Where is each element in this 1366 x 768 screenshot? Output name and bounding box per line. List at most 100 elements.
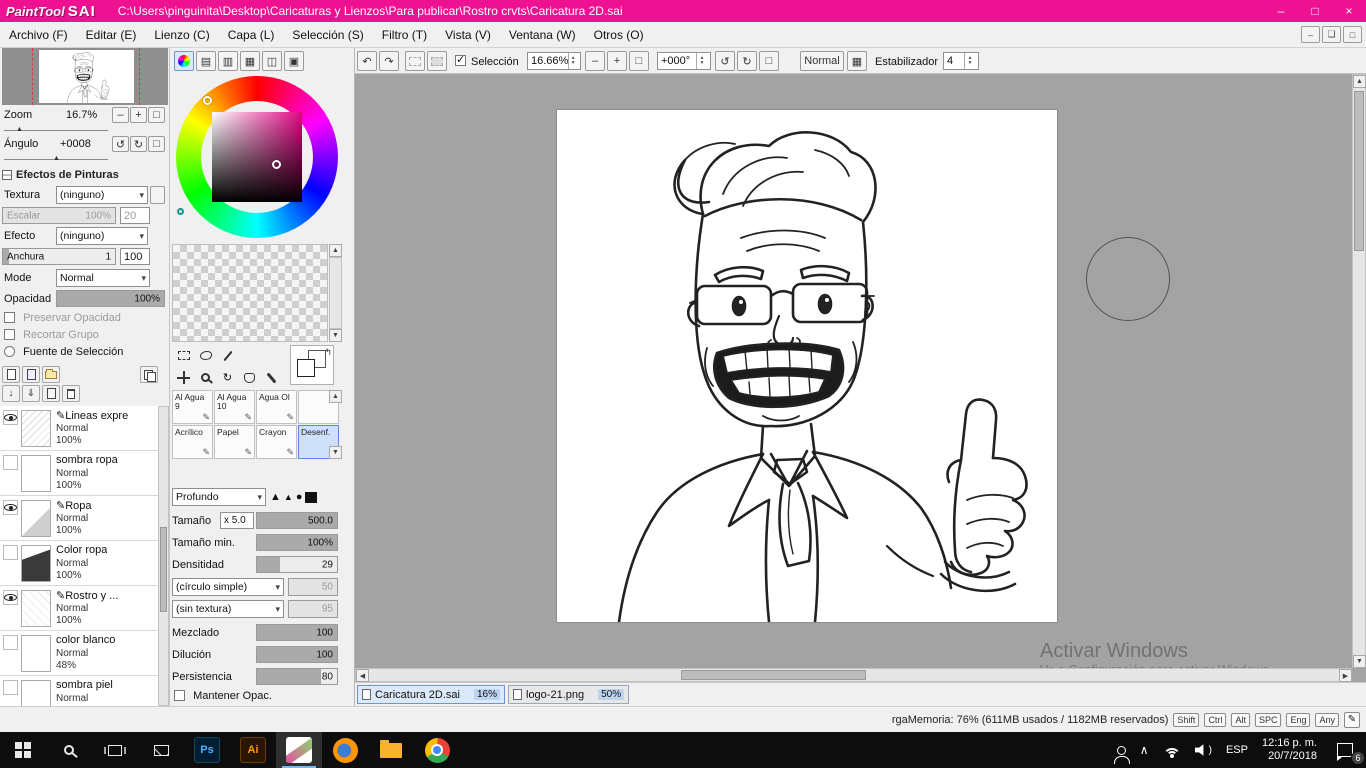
menu-filtro[interactable]: Filtro (T) <box>373 24 436 46</box>
menu-vista[interactable]: Vista (V) <box>436 24 500 46</box>
foreground-color-swatch[interactable] <box>297 359 315 377</box>
eyedropper-tool[interactable] <box>262 368 281 387</box>
scroll-down-arrow[interactable]: ▼ <box>1353 655 1366 668</box>
people-button[interactable] <box>1110 732 1133 768</box>
volume-button[interactable]: ) <box>1188 732 1219 768</box>
clipping-group-checkbox[interactable] <box>4 329 15 340</box>
stabilizer-field[interactable]: 4 ▲ ▼ <box>943 52 979 70</box>
color-wheel-tab-button[interactable] <box>174 51 194 71</box>
horizontal-scrollbar-thumb[interactable] <box>681 670 866 680</box>
illustrator-app-button[interactable]: Ai <box>230 732 276 768</box>
swap-colors-arrow-icon[interactable]: ↰ <box>324 347 332 358</box>
tip-shape-medium-icon[interactable]: ▲ <box>284 492 293 502</box>
layer-visibility-toggle[interactable] <box>3 410 18 425</box>
menu-lienzo[interactable]: Lienzo (C) <box>145 24 218 46</box>
rgb-sliders-tab-button[interactable]: ▤ <box>196 51 216 71</box>
foreground-background-swatch[interactable]: ↰ <box>290 345 334 385</box>
brush-shape-dropdown[interactable]: (círculo simple) <box>172 578 284 596</box>
mixer-scroll-down[interactable]: ▼ <box>329 329 342 342</box>
navigator-preview[interactable] <box>2 48 168 105</box>
angle-spinner[interactable]: ▲ ▼ <box>696 53 707 69</box>
swatches-tab-button[interactable]: ▦ <box>240 51 260 71</box>
new-layer-button[interactable] <box>2 366 20 383</box>
mixer-tab-button[interactable]: ▣ <box>284 51 304 71</box>
close-button[interactable]: × <box>1332 0 1366 22</box>
start-button[interactable] <box>0 732 46 768</box>
clear-layer-button[interactable] <box>42 385 60 402</box>
clipping-group-row[interactable]: Recortar Grupo <box>4 329 99 341</box>
tab-caricatura-2d[interactable]: Caricatura 2D.sai 16% <box>357 685 505 704</box>
nav-zoom-in-button[interactable]: + <box>130 107 147 123</box>
horizontal-scrollbar[interactable]: ◀ ▶ <box>355 668 1352 682</box>
brush-scroll-down[interactable]: ▼ <box>329 446 342 459</box>
rotate-tool[interactable]: ↻ <box>218 368 237 387</box>
color-mixer-pad[interactable] <box>172 244 328 342</box>
action-center-button[interactable]: 6 <box>1324 732 1366 768</box>
mixer-scrollbar[interactable] <box>329 257 342 329</box>
layer-row-ropa[interactable]: ✎Ropa Normal 100% <box>0 496 158 541</box>
vertical-scrollbar-thumb[interactable] <box>1354 91 1364 251</box>
merge-down-button[interactable]: ⇓ <box>22 385 40 402</box>
preserve-opacity-row[interactable]: Preservar Opacidad <box>4 312 121 324</box>
width-slider[interactable]: Anchura 1 <box>2 248 116 265</box>
rotate-cw-button[interactable]: ↻ <box>737 51 757 71</box>
layer-panel-options-button[interactable] <box>140 366 158 383</box>
menu-otros[interactable]: Otros (O) <box>585 24 653 46</box>
menu-seleccion[interactable]: Selección (S) <box>283 24 372 46</box>
keep-opacity-checkbox[interactable] <box>174 690 185 701</box>
brush-agua-oleo[interactable]: Agua Ol ✎ <box>256 390 297 424</box>
nav-zoom-out-button[interactable]: – <box>112 107 129 123</box>
magic-wand-tool[interactable] <box>218 346 237 365</box>
brush-al-agua-9[interactable]: Al Agua 9 ✎ <box>172 390 213 424</box>
vertical-scrollbar[interactable]: ▲ ▼ <box>1352 74 1366 668</box>
layer-visibility-toggle[interactable] <box>3 545 18 560</box>
hue-marker[interactable] <box>203 96 212 105</box>
preserve-opacity-checkbox[interactable] <box>4 312 15 323</box>
tab-logo-21[interactable]: logo-21.png 50% <box>508 685 630 704</box>
angle-field[interactable]: +000° ▲ ▼ <box>657 52 711 70</box>
doc-maximize-button[interactable]: □ <box>1343 26 1362 43</box>
selection-source-radio[interactable] <box>4 346 15 357</box>
layer-visibility-toggle[interactable] <box>3 590 18 605</box>
menu-capa[interactable]: Capa (L) <box>219 24 284 46</box>
persistence-slider[interactable]: 80 <box>256 668 338 685</box>
scroll-up-arrow[interactable]: ▲ <box>1353 75 1366 88</box>
tip-shape-flat-icon[interactable] <box>305 491 318 503</box>
dilution-slider[interactable]: 100 <box>256 646 338 663</box>
transfer-down-button[interactable]: ↓ <box>2 385 20 402</box>
brush-texture-dropdown[interactable]: (sin textura) <box>172 600 284 618</box>
normal-view-button[interactable]: Normal <box>800 51 844 71</box>
lasso-tool[interactable] <box>196 346 215 365</box>
scroll-left-arrow[interactable]: ◀ <box>356 669 369 682</box>
photoshop-app-button[interactable]: Ps <box>184 732 230 768</box>
scratchpad-tab-button[interactable]: ◫ <box>262 51 282 71</box>
doc-minimize-button[interactable]: – <box>1301 26 1320 43</box>
new-layer-set-button[interactable] <box>42 366 60 383</box>
deselect-button[interactable] <box>405 51 425 71</box>
brush-al-agua-10[interactable]: Al Agua 10 ✎ <box>214 390 255 424</box>
layer-row-sombra-ropa[interactable]: sombra ropa Normal 100% <box>0 451 158 496</box>
nav-zoom-reset-button[interactable]: □ <box>148 107 165 123</box>
layer-mode-dropdown[interactable]: Normal <box>56 269 150 287</box>
task-view-button[interactable] <box>92 732 138 768</box>
tip-shape-round-icon[interactable]: ● <box>296 491 303 503</box>
delete-layer-button[interactable] <box>62 385 80 402</box>
zoom-spinner[interactable]: ▲ ▼ <box>568 53 577 69</box>
menu-archivo[interactable]: Archivo (F) <box>0 24 77 46</box>
flip-view-button[interactable]: ▦ <box>847 51 867 71</box>
saturation-value-square[interactable] <box>212 112 302 202</box>
nav-rotate-ccw-button[interactable]: ↺ <box>112 136 129 152</box>
layer-row-lineas-expre[interactable]: ✎Lineas expre Normal 100% <box>0 406 158 451</box>
brush-papel[interactable]: Papel ✎ <box>214 425 255 459</box>
hsv-sliders-tab-button[interactable]: ▥ <box>218 51 238 71</box>
mail-app-button[interactable] <box>138 732 184 768</box>
size-multiplier[interactable]: x 5.0 <box>220 512 254 529</box>
layers-scrollbar[interactable] <box>158 406 169 706</box>
clock[interactable]: 12:16 p. m. 20/7/2018 <box>1255 732 1324 768</box>
rotate-ccw-button[interactable]: ↺ <box>715 51 735 71</box>
firefox-app-button[interactable] <box>322 732 368 768</box>
maximize-button[interactable]: □ <box>1298 0 1332 22</box>
canvas-viewport[interactable]: Activar Windows Ve a Configuración para … <box>355 74 1366 682</box>
hand-tool[interactable] <box>240 368 259 387</box>
tip-shape-soft-icon[interactable]: ▲ <box>270 491 281 503</box>
